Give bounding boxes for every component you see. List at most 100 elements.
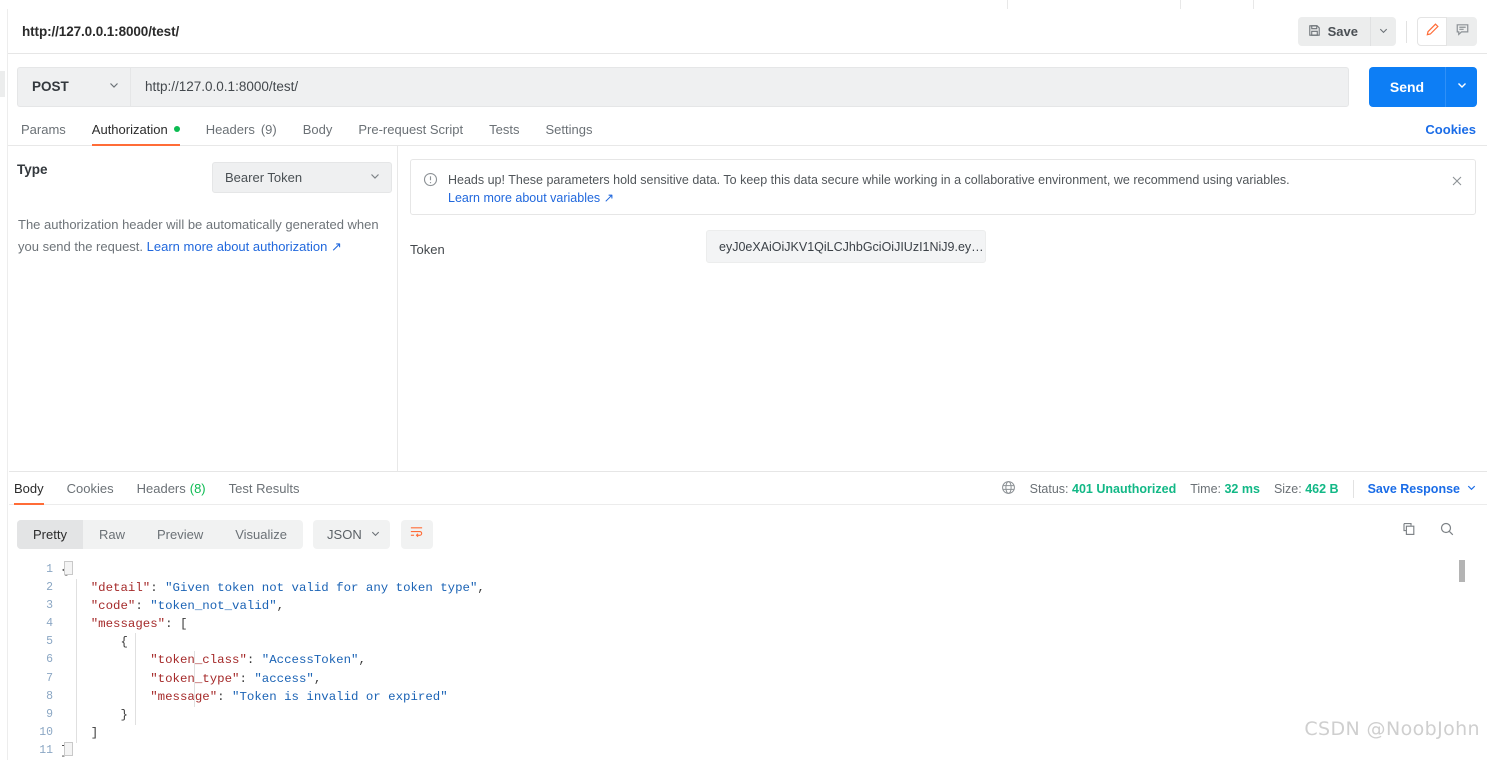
tab-authorization[interactable]: Authorization xyxy=(91,113,180,146)
status-divider xyxy=(1352,480,1354,498)
response-body-viewer[interactable]: 1 2 3 4 5 6 7 8 9 10 11 { "detail": "Given token n… xyxy=(9,556,1487,760)
comment-button[interactable] xyxy=(1447,17,1477,46)
search-icon xyxy=(1439,521,1455,542)
auth-configured-dot-icon xyxy=(173,126,180,132)
breadcrumb: http://127.0.0.1:8000/test/ xyxy=(22,23,180,39)
code-token: "token_class" xyxy=(150,653,247,668)
authorization-panel: Type Bearer Token The authorization head… xyxy=(9,146,398,471)
time-value: 32 ms xyxy=(1224,482,1260,496)
tab-label: Headers xyxy=(136,480,186,496)
edit-button[interactable] xyxy=(1417,17,1447,46)
banner-link[interactable]: Learn more about variables xyxy=(448,191,600,205)
tab-label: Headers xyxy=(205,121,255,137)
left-rail xyxy=(0,9,8,760)
close-icon xyxy=(1451,174,1463,192)
save-options-button[interactable] xyxy=(1370,17,1396,46)
response-format-toolbar: Pretty Raw Preview Visualize JSON xyxy=(9,512,1487,556)
token-input[interactable]: eyJ0eXAiOiJKV1QiLCJhbGciOiJIUzI1NiJ9.ey… xyxy=(706,230,986,263)
request-url-input[interactable]: http://127.0.0.1:8000/test/ xyxy=(130,66,1349,107)
send-button-group: Send xyxy=(1369,66,1477,107)
code-content[interactable]: { "detail": "Given token not valid for a… xyxy=(61,556,1487,760)
tab-count: (8) xyxy=(189,480,206,496)
size-label: Size: xyxy=(1273,482,1302,496)
tab-label: Authorization xyxy=(91,121,168,137)
fold-marker-close[interactable] xyxy=(64,742,73,756)
line-number: 7 xyxy=(46,671,53,685)
auth-type-row: Type Bearer Token xyxy=(9,162,398,193)
header-actions: Save xyxy=(1297,9,1477,54)
code-token: : xyxy=(135,599,151,614)
response-scrollbar[interactable] xyxy=(1459,558,1465,758)
code-line: "detail": "Given token not valid for any… xyxy=(61,579,1487,597)
search-button[interactable] xyxy=(1439,521,1455,542)
tab-label: Settings xyxy=(545,121,593,137)
cookies-link[interactable]: Cookies xyxy=(1425,122,1476,137)
auth-type-label: Type xyxy=(17,162,48,177)
format-raw[interactable]: Raw xyxy=(83,520,141,549)
tab-label: Pre-request Script xyxy=(358,121,464,137)
code-token: , xyxy=(313,671,322,686)
line-number: 10 xyxy=(39,725,53,739)
code-token: , xyxy=(276,599,285,614)
code-token: "code" xyxy=(90,599,136,614)
tab-pre-request-script[interactable]: Pre-request Script xyxy=(358,113,463,145)
code-line: } xyxy=(61,742,1487,760)
send-options-button[interactable] xyxy=(1445,66,1477,107)
external-link-icon: ↗ xyxy=(600,191,615,205)
size-value: 462 B xyxy=(1305,482,1339,496)
format-visualize[interactable]: Visualize xyxy=(219,520,303,549)
auth-help-link[interactable]: Learn more about authorization xyxy=(147,239,328,254)
code-token: , xyxy=(477,581,485,596)
code-token: "detail" xyxy=(90,581,151,596)
tab-params[interactable]: Params xyxy=(21,113,66,145)
chevron-down-icon xyxy=(1378,24,1389,39)
line-number: 6 xyxy=(46,653,53,667)
http-method-select[interactable]: POST xyxy=(17,66,130,107)
format-pretty[interactable]: Pretty xyxy=(17,519,83,549)
line-number: 9 xyxy=(46,707,53,721)
line-number: 11 xyxy=(39,743,53,757)
code-line: "messages": [ xyxy=(61,615,1487,633)
save-button[interactable]: Save xyxy=(1297,17,1370,46)
send-button[interactable]: Send xyxy=(1369,66,1445,107)
format-preview[interactable]: Preview xyxy=(141,520,219,549)
tab-tests[interactable]: Tests xyxy=(489,113,519,145)
line-number-gutter: 1 2 3 4 5 6 7 8 9 10 11 xyxy=(9,556,61,760)
banner-close-button[interactable] xyxy=(1449,175,1465,191)
auth-help-text: The authorization header will be automat… xyxy=(18,214,388,258)
header-divider xyxy=(1406,20,1407,43)
line-number: 4 xyxy=(46,617,53,631)
code-token: : [ xyxy=(165,617,188,632)
auth-type-select[interactable]: Bearer Token xyxy=(212,162,392,193)
code-line: "message": "Token is invalid or expired" xyxy=(61,688,1487,706)
status-value: 401 Unauthorized xyxy=(1072,482,1177,496)
tab-settings[interactable]: Settings xyxy=(545,113,592,145)
chevron-down-icon xyxy=(1456,79,1468,94)
tab-label: Params xyxy=(21,121,66,137)
response-tab-cookies[interactable]: Cookies xyxy=(67,472,114,504)
response-tab-headers[interactable]: Headers (8) xyxy=(137,472,206,504)
chevron-down-icon xyxy=(369,170,381,185)
save-response-button[interactable]: Save Response xyxy=(1368,482,1477,496)
wrap-lines-icon xyxy=(409,524,424,544)
code-token: "access" xyxy=(254,671,314,686)
size-group: Size: 462 B xyxy=(1274,482,1339,496)
code-token: "messages" xyxy=(90,617,166,632)
copy-button[interactable] xyxy=(1401,521,1417,542)
wrap-lines-button[interactable] xyxy=(400,519,433,549)
scrollbar-thumb[interactable] xyxy=(1459,560,1465,582)
tab-seam xyxy=(1180,0,1181,9)
fold-marker-open[interactable] xyxy=(64,561,73,575)
window-tab-strip xyxy=(0,0,1487,9)
tab-body[interactable]: Body xyxy=(303,113,333,145)
language-select[interactable]: JSON xyxy=(313,519,390,549)
tab-headers[interactable]: Headers (9) xyxy=(206,113,277,145)
info-circle-icon xyxy=(423,172,438,214)
response-tab-test-results[interactable]: Test Results xyxy=(229,472,300,504)
code-token: "Given token not valid for any token typ… xyxy=(165,581,478,596)
code-token: : xyxy=(246,653,262,668)
chevron-down-icon xyxy=(370,527,381,542)
floppy-disk-icon xyxy=(1308,24,1321,40)
response-tab-body[interactable]: Body xyxy=(14,472,44,505)
